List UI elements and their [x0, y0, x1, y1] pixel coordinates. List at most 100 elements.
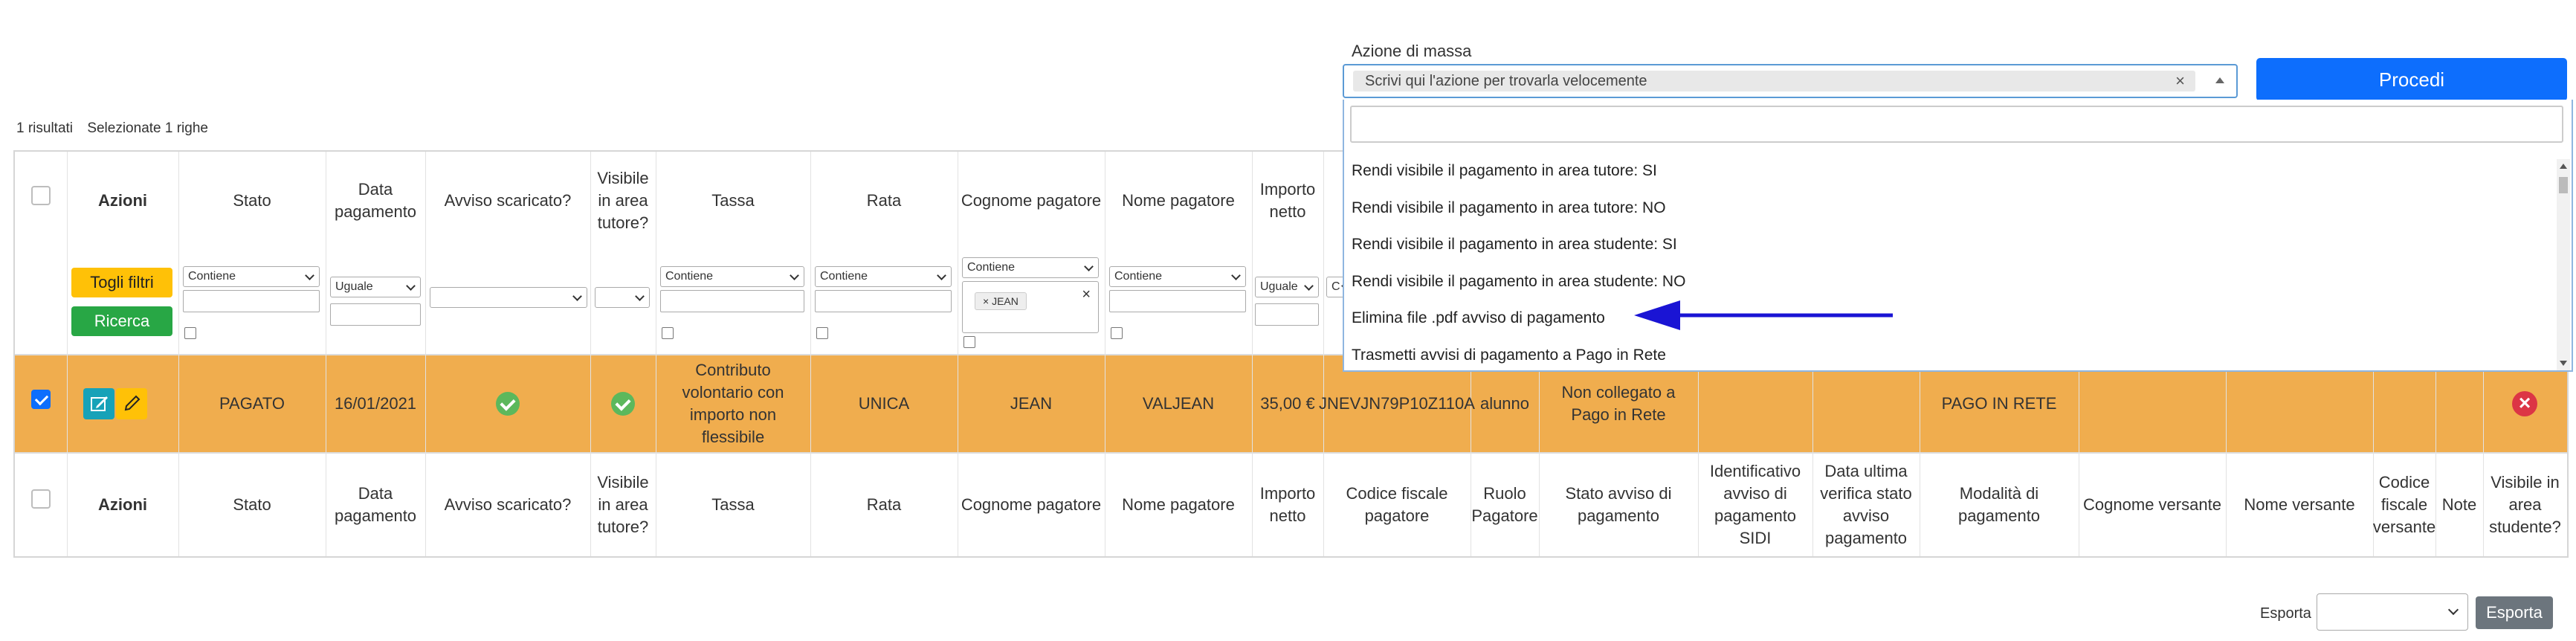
cognome-filter-tags[interactable]: × JEAN × — [962, 281, 1099, 333]
footer-stato-avviso: Stato avviso di pagamento — [1565, 484, 1672, 525]
footer-data-ultima-verifica: Data ultima verifica stato avviso pagame… — [1820, 462, 1912, 547]
footer-codice-fiscale-pagatore: Codice fiscale pagatore — [1346, 484, 1448, 525]
footer-identificativo-avviso: Identificativo avviso di pagamento SIDI — [1709, 462, 1801, 547]
tassa-filter-operator[interactable]: Contiene — [660, 266, 804, 287]
importo-filter-input[interactable] — [1255, 303, 1319, 326]
importo-filter-operator[interactable]: Uguale — [1255, 277, 1319, 297]
header-data-pagamento[interactable]: Data pagamento — [326, 152, 425, 250]
footer-cognome-pagatore: Cognome pagatore — [961, 495, 1102, 514]
header-cognome-pagatore[interactable]: Cognome pagatore — [958, 152, 1105, 250]
dropdown-option[interactable]: Rendi visibile il pagamento in area stud… — [1352, 236, 1677, 254]
export-label: Esporta — [2260, 605, 2311, 622]
dropdown-option[interactable]: Rendi visibile il pagamento in area tuto… — [1352, 162, 1657, 180]
scroll-down-icon[interactable] — [2560, 361, 2567, 366]
annotation-arrow-icon — [1634, 300, 1893, 330]
tassa-filter-input[interactable] — [660, 290, 804, 312]
rata-filter-checkbox[interactable] — [816, 327, 828, 339]
cell-nome: VALJEAN — [1142, 394, 1215, 413]
edit-button[interactable] — [83, 388, 114, 419]
clear-filters-button[interactable]: Togli filtri — [71, 268, 172, 297]
data-filter-input[interactable] — [330, 303, 421, 326]
footer-data-pagamento: Data pagamento — [334, 484, 417, 525]
modify-button[interactable] — [116, 388, 147, 419]
export-button[interactable]: Esporta — [2476, 596, 2553, 629]
stato-filter-checkbox[interactable] — [184, 327, 196, 339]
filter-tag: × JEAN — [975, 292, 1027, 310]
search-button[interactable]: Ricerca — [71, 306, 172, 336]
check-circle-icon — [496, 392, 520, 416]
clear-tags-icon[interactable]: × — [1082, 286, 1091, 303]
results-summary: 1 risultati Selezionate 1 righe — [16, 120, 208, 137]
filter-tag-label: JEAN — [992, 295, 1019, 307]
footer-avviso-scaricato: Avviso scaricato? — [444, 495, 572, 514]
visibile-tutore-filter-select[interactable] — [595, 287, 650, 308]
proceed-button[interactable]: Procedi — [2256, 58, 2567, 101]
select-all-checkbox[interactable] — [31, 186, 51, 205]
mass-action-label: Azione di massa — [1352, 42, 1472, 60]
cell-stato: PAGATO — [219, 394, 285, 413]
footer-azioni: Azioni — [98, 495, 147, 514]
dropdown-scrollbar[interactable] — [2557, 159, 2570, 370]
cognome-filter-checkbox[interactable] — [963, 336, 975, 348]
stato-filter-operator[interactable]: Contiene — [183, 266, 320, 287]
footer-stato: Stato — [233, 495, 271, 514]
header-rata[interactable]: Rata — [810, 152, 958, 250]
mass-action-select[interactable]: Scrivi qui l'azione per trovarla velocem… — [1343, 64, 2238, 98]
header-tassa[interactable]: Tassa — [656, 152, 810, 250]
header-importo-netto[interactable]: Importo netto — [1252, 152, 1323, 250]
rata-filter-operator[interactable]: Contiene — [815, 266, 952, 287]
footer-ruolo-pagatore: Ruolo Pagatore — [1471, 484, 1538, 525]
dropdown-search-input[interactable] — [1350, 106, 2563, 143]
footer-note: Note — [2441, 495, 2477, 514]
footer-nome-pagatore: Nome pagatore — [1122, 495, 1235, 514]
footer-modalita-pagamento: Modalità di pagamento — [1957, 484, 2041, 525]
footer-nome-versante: Nome versante — [2244, 495, 2355, 514]
cell-data: 16/01/2021 — [334, 394, 417, 413]
selected-count: Selezionate 1 righe — [87, 120, 208, 136]
mass-action-placeholder: Scrivi qui l'azione per trovarla velocem… — [1365, 73, 1647, 89]
footer-importo-netto: Importo netto — [1259, 484, 1316, 525]
pencil-icon — [124, 395, 141, 411]
scroll-up-icon[interactable] — [2560, 164, 2567, 169]
header-avviso-scaricato[interactable]: Avviso scaricato? — [425, 152, 590, 250]
footer-visibile-tutore: Visibile in area tutore? — [597, 473, 649, 536]
nome-filter-operator[interactable]: Contiene — [1109, 266, 1246, 287]
cell-tassa: Contributo volontario con importo non fl… — [682, 361, 784, 446]
data-filter-operator[interactable]: Uguale — [330, 277, 421, 297]
cell-rata: UNICA — [858, 394, 910, 413]
edit-icon — [91, 396, 108, 411]
delete-circle-icon[interactable]: × — [2512, 391, 2537, 416]
header-nome-pagatore[interactable]: Nome pagatore — [1105, 152, 1252, 250]
footer-select-all-checkbox[interactable] — [31, 489, 51, 509]
header-stato[interactable]: Stato — [178, 152, 326, 250]
footer-rata: Rata — [866, 495, 902, 514]
check-circle-icon — [611, 392, 635, 416]
mass-action-dropdown: Rendi visibile il pagamento in area tuto… — [1343, 100, 2573, 372]
clear-icon[interactable]: × — [2175, 71, 2185, 91]
nome-filter-input[interactable] — [1109, 290, 1246, 312]
cell-importo: 35,00 € — [1260, 394, 1315, 413]
cognome-filter-operator[interactable]: Contiene — [962, 257, 1099, 278]
footer-cognome-versante: Cognome versante — [2083, 495, 2221, 514]
stato-filter-input[interactable] — [183, 290, 320, 312]
header-azioni: Azioni — [98, 191, 147, 210]
footer-visibile-studente: Visibile in area studente? — [2489, 473, 2561, 536]
rata-filter-input[interactable] — [815, 290, 952, 312]
footer-tassa: Tassa — [711, 495, 755, 514]
dropdown-option[interactable]: Trasmetti avvisi di pagamento a Pago in … — [1352, 347, 1666, 364]
dropdown-option[interactable]: Elimina file .pdf avviso di pagamento — [1352, 309, 1605, 327]
cell-cognome: JEAN — [1010, 394, 1053, 413]
scrollbar-thumb[interactable] — [2559, 177, 2568, 193]
export-format-select[interactable] — [2317, 593, 2468, 631]
dropdown-option[interactable]: Rendi visibile il pagamento in area tuto… — [1352, 199, 1666, 217]
footer-codice-fiscale-versante: Codice fiscale versante — [2372, 473, 2436, 536]
dropdown-option[interactable]: Rendi visibile il pagamento in area stud… — [1352, 273, 1685, 291]
avviso-filter-select[interactable] — [430, 287, 587, 308]
header-visibile-tutore[interactable]: Visibile in area tutore? — [590, 152, 656, 250]
tassa-filter-checkbox[interactable] — [662, 327, 674, 339]
results-count: 1 risultati — [16, 120, 74, 136]
mass-action-chip: Scrivi qui l'azione per trovarla velocem… — [1353, 71, 2195, 91]
row-checkbox[interactable] — [31, 390, 51, 409]
nome-filter-checkbox[interactable] — [1111, 327, 1123, 339]
caret-up-icon[interactable] — [2215, 77, 2224, 83]
